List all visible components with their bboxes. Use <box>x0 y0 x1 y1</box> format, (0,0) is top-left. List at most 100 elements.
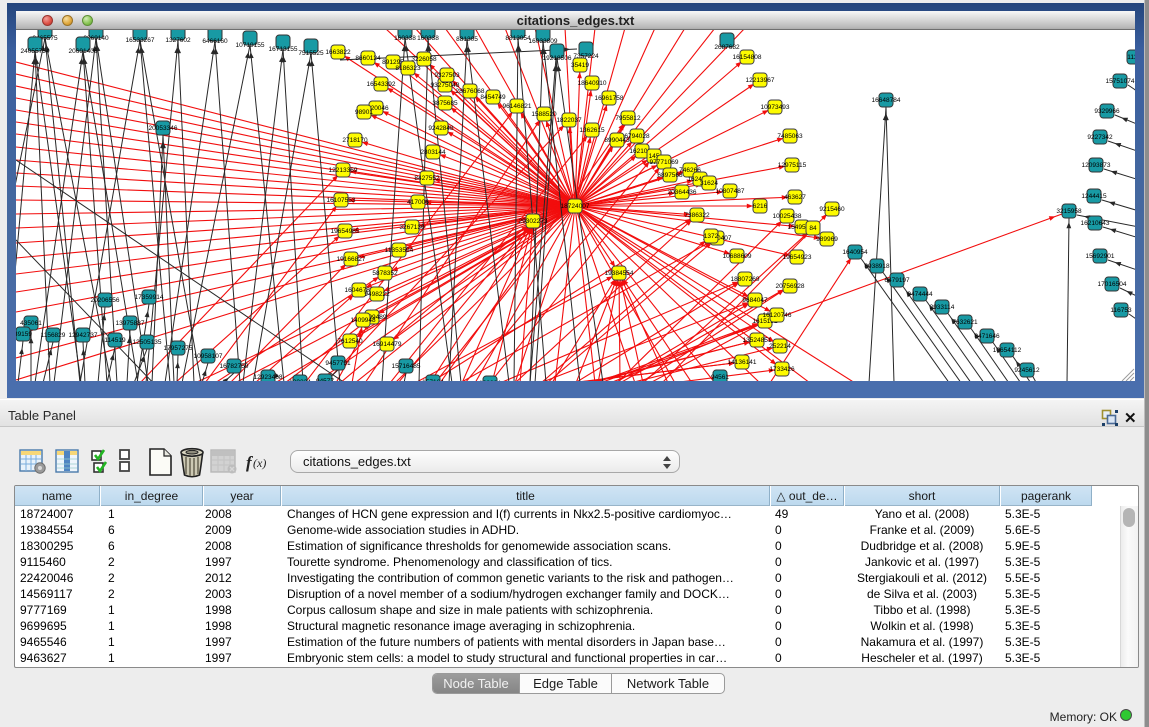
svg-text:16782759: 16782759 <box>220 363 249 370</box>
svg-text:7612540: 7612540 <box>337 338 363 345</box>
svg-text:1640954: 1640954 <box>842 249 868 256</box>
svg-text:16713155: 16713155 <box>269 46 298 53</box>
svg-text:16543392: 16543392 <box>367 81 396 88</box>
svg-text:7632621: 7632621 <box>952 319 978 326</box>
svg-text:20691406: 20691406 <box>69 48 98 55</box>
svg-text:7515525: 7515525 <box>298 50 324 57</box>
svg-text:16210643: 16210643 <box>1081 220 1110 227</box>
svg-text:9329966: 9329966 <box>1094 108 1120 115</box>
svg-text:84: 84 <box>809 225 817 232</box>
svg-text:16120746: 16120746 <box>763 312 792 319</box>
svg-text:18640910: 18640910 <box>578 80 607 87</box>
svg-text:989969: 989969 <box>816 236 838 243</box>
svg-text:16914479: 16914479 <box>373 341 402 348</box>
svg-text:463627: 463627 <box>784 194 806 201</box>
svg-text:96146821: 96146821 <box>503 103 532 110</box>
svg-text:10973493: 10973493 <box>761 104 790 111</box>
svg-text:8186323: 8186323 <box>395 65 421 72</box>
svg-text:9684047: 9684047 <box>742 297 768 304</box>
svg-text:3215958: 3215958 <box>1056 208 1082 215</box>
svg-text:6479197: 6479197 <box>884 277 910 284</box>
svg-text:19654923: 19654923 <box>783 254 812 261</box>
svg-text:1822037: 1822037 <box>556 117 582 124</box>
svg-text:19166827: 19166827 <box>337 256 366 263</box>
svg-text:16154808: 16154808 <box>733 54 762 61</box>
svg-text:10025438: 10025438 <box>773 213 802 220</box>
svg-text:39159: 39159 <box>16 331 32 338</box>
svg-text:160338: 160338 <box>394 35 416 42</box>
svg-text:2933114: 2933114 <box>930 304 955 311</box>
svg-text:8813054: 8813054 <box>505 35 531 42</box>
svg-text:116753: 116753 <box>1110 307 1132 314</box>
svg-text:128234: 128234 <box>479 380 501 381</box>
svg-text:7386322: 7386322 <box>684 212 710 219</box>
svg-text:10807487: 10807487 <box>716 188 745 195</box>
svg-text:114519: 114519 <box>104 337 126 344</box>
svg-text:5878352: 5878352 <box>372 270 398 277</box>
svg-text:3875685: 3875685 <box>432 100 458 107</box>
svg-text:12213967: 12213967 <box>746 77 775 84</box>
svg-text:11353594: 11353594 <box>385 247 414 254</box>
svg-text:1244415: 1244415 <box>1081 193 1107 200</box>
svg-text:12923468: 12923468 <box>254 374 283 381</box>
svg-text:19384554: 19384554 <box>605 270 634 277</box>
svg-text:20364436: 20364436 <box>668 189 697 196</box>
svg-text:1372: 1372 <box>704 233 719 240</box>
svg-text:14136141: 14136141 <box>728 359 757 366</box>
svg-text:18807269: 18807269 <box>731 276 760 283</box>
svg-text:7955812: 7955812 <box>615 115 641 122</box>
svg-text:9498222: 9498222 <box>364 291 390 298</box>
svg-text:98901: 98901 <box>355 109 373 116</box>
svg-text:9327503: 9327503 <box>434 72 460 79</box>
svg-text:10654112: 10654112 <box>993 347 1022 354</box>
svg-text:20053346: 20053346 <box>149 125 178 132</box>
svg-text:31624: 31624 <box>700 180 718 187</box>
svg-text:10688609: 10688609 <box>723 253 752 260</box>
svg-text:16533267: 16533267 <box>126 37 155 44</box>
svg-text:15692901: 15692901 <box>1086 253 1115 260</box>
svg-text:94577: 94577 <box>316 378 334 381</box>
svg-text:160338: 160338 <box>417 35 439 42</box>
svg-text:8454749: 8454749 <box>480 94 506 101</box>
svg-text:2718170: 2718170 <box>342 137 368 144</box>
svg-text:17957275: 17957275 <box>164 345 193 352</box>
svg-text:9474444: 9474444 <box>907 291 933 298</box>
svg-text:1409948: 1409948 <box>350 317 376 324</box>
svg-text:17359914: 17359914 <box>135 294 164 301</box>
svg-text:6466160: 6466160 <box>202 38 228 45</box>
svg-text:9215460: 9215460 <box>819 206 845 213</box>
svg-text:2687682: 2687682 <box>714 44 740 51</box>
svg-text:6216: 6216 <box>753 203 768 210</box>
svg-text:10958107: 10958107 <box>194 353 223 360</box>
svg-text:1112: 1112 <box>1127 54 1135 61</box>
svg-text:16107553: 16107553 <box>327 197 356 204</box>
svg-text:9227342: 9227342 <box>1087 134 1113 141</box>
svg-text:12213369: 12213369 <box>329 167 358 174</box>
svg-text:12505135: 12505135 <box>133 339 162 346</box>
svg-text:8427552: 8427552 <box>414 175 440 182</box>
svg-text:24055754: 24055754 <box>21 48 50 55</box>
svg-text:1362615: 1362615 <box>579 127 605 134</box>
svg-text:17016504: 17016504 <box>1098 281 1127 288</box>
svg-text:9242848: 9242848 <box>428 125 454 132</box>
svg-text:9457791: 9457791 <box>325 360 351 367</box>
svg-text:8660124: 8660124 <box>355 55 381 62</box>
svg-text:19218506: 19218506 <box>543 55 572 62</box>
svg-text:16648784: 16648784 <box>872 97 901 104</box>
svg-text:8471646: 8471646 <box>974 333 1000 340</box>
svg-text:15751074: 15751074 <box>1106 78 1135 85</box>
svg-text:20206556: 20206556 <box>91 297 120 304</box>
svg-text:129234: 129234 <box>289 379 311 381</box>
svg-text:881305: 881305 <box>456 36 478 43</box>
svg-text:12942737: 12942737 <box>69 332 98 339</box>
svg-text:417006: 417006 <box>407 199 429 206</box>
svg-text:3226058: 3226058 <box>411 56 437 63</box>
svg-text:13975887: 13975887 <box>116 320 145 327</box>
svg-text:1156829: 1156829 <box>41 332 66 339</box>
svg-text:252214: 252214 <box>769 343 791 350</box>
svg-text:1588520: 1588520 <box>531 111 557 118</box>
svg-text:1327602: 1327602 <box>165 37 191 44</box>
svg-text:9245612: 9245612 <box>1014 367 1040 374</box>
svg-text:8938918: 8938918 <box>864 263 890 270</box>
svg-text:35419: 35419 <box>571 62 589 69</box>
